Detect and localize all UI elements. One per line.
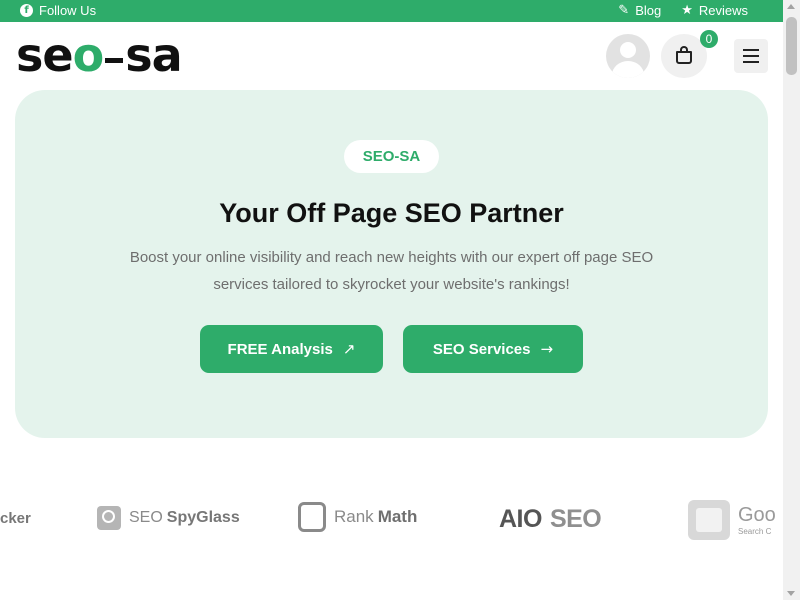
site-logo[interactable]: se o sa: [16, 28, 183, 82]
edit-icon: ✎: [618, 3, 630, 18]
hero-badge: SEO-SA: [344, 140, 439, 173]
aioseo-text-b: SEO: [549, 505, 602, 533]
scroll-down-icon[interactable]: [787, 591, 795, 596]
rankmath-text-bold: Math: [377, 507, 418, 526]
facebook-icon: f: [20, 4, 33, 17]
user-icon-head: [620, 42, 636, 58]
aioseo-text-a: AIO: [499, 505, 542, 533]
rankmath-text-light: Rank: [334, 507, 374, 526]
logo-text-sa: sa: [125, 28, 182, 82]
hamburger-icon-line: [743, 61, 759, 63]
account-avatar[interactable]: [606, 34, 650, 78]
brand-logo-aioseo: AIO SEO: [499, 505, 602, 534]
brand-logo-google-search-console: Goo Search C: [688, 500, 776, 540]
hero-title: Your Off Page SEO Partner: [219, 198, 564, 228]
logo-text-o: o: [72, 28, 105, 82]
hero-description: Boost your online visibility and reach n…: [129, 249, 654, 293]
free-analysis-label: FREE Analysis: [227, 340, 333, 358]
arrow-up-right-icon: ↗: [342, 340, 356, 358]
spyglass-text-bold: SpyGlass: [166, 509, 240, 526]
user-icon-body: [612, 61, 644, 78]
arrow-right-icon: →: [540, 340, 554, 358]
hamburger-icon: [743, 49, 759, 51]
google-text-main: Goo: [738, 503, 776, 526]
blog-label: Blog: [635, 3, 662, 18]
logo-text-se: se: [16, 28, 74, 82]
follow-us-link[interactable]: f Follow Us: [20, 3, 96, 18]
menu-button[interactable]: [734, 39, 768, 73]
brand-logo-spyglass: SEO SpyGlass: [97, 506, 240, 530]
top-bar: f Follow Us ✎ Blog ★ Reviews: [0, 0, 783, 22]
seo-services-label: SEO Services: [432, 340, 531, 358]
spyglass-text-light: SEO: [129, 509, 163, 526]
rankmath-icon: [298, 502, 326, 532]
top-links: ✎ Blog ★ Reviews: [618, 3, 748, 18]
blog-link[interactable]: ✎ Blog: [618, 3, 661, 18]
hamburger-icon-line: [743, 55, 759, 57]
spyglass-icon: [97, 506, 121, 530]
brand-logo-rankmath: Rank Math: [298, 502, 417, 532]
reviews-label: Reviews: [698, 3, 748, 18]
follow-us-label: Follow Us: [39, 3, 97, 18]
toolbox-icon: [688, 500, 730, 540]
scrollbar-thumb[interactable]: [786, 17, 797, 75]
scroll-up-icon[interactable]: [787, 4, 795, 9]
bag-icon: [676, 51, 692, 64]
brand-logo-checker: cker: [0, 510, 31, 527]
cart-count-badge: 0: [700, 30, 718, 48]
google-text-sub: Search C: [738, 526, 772, 536]
google-text: Goo Search C: [738, 505, 776, 536]
star-icon: ★: [681, 3, 693, 18]
page-scrollbar[interactable]: [783, 0, 800, 600]
logo-dash: [105, 57, 124, 63]
seo-services-button[interactable]: SEO Services →: [403, 325, 583, 373]
reviews-link[interactable]: ★ Reviews: [681, 3, 748, 18]
brand-checker-text: cker: [0, 510, 31, 527]
free-analysis-button[interactable]: FREE Analysis ↗: [200, 325, 383, 373]
